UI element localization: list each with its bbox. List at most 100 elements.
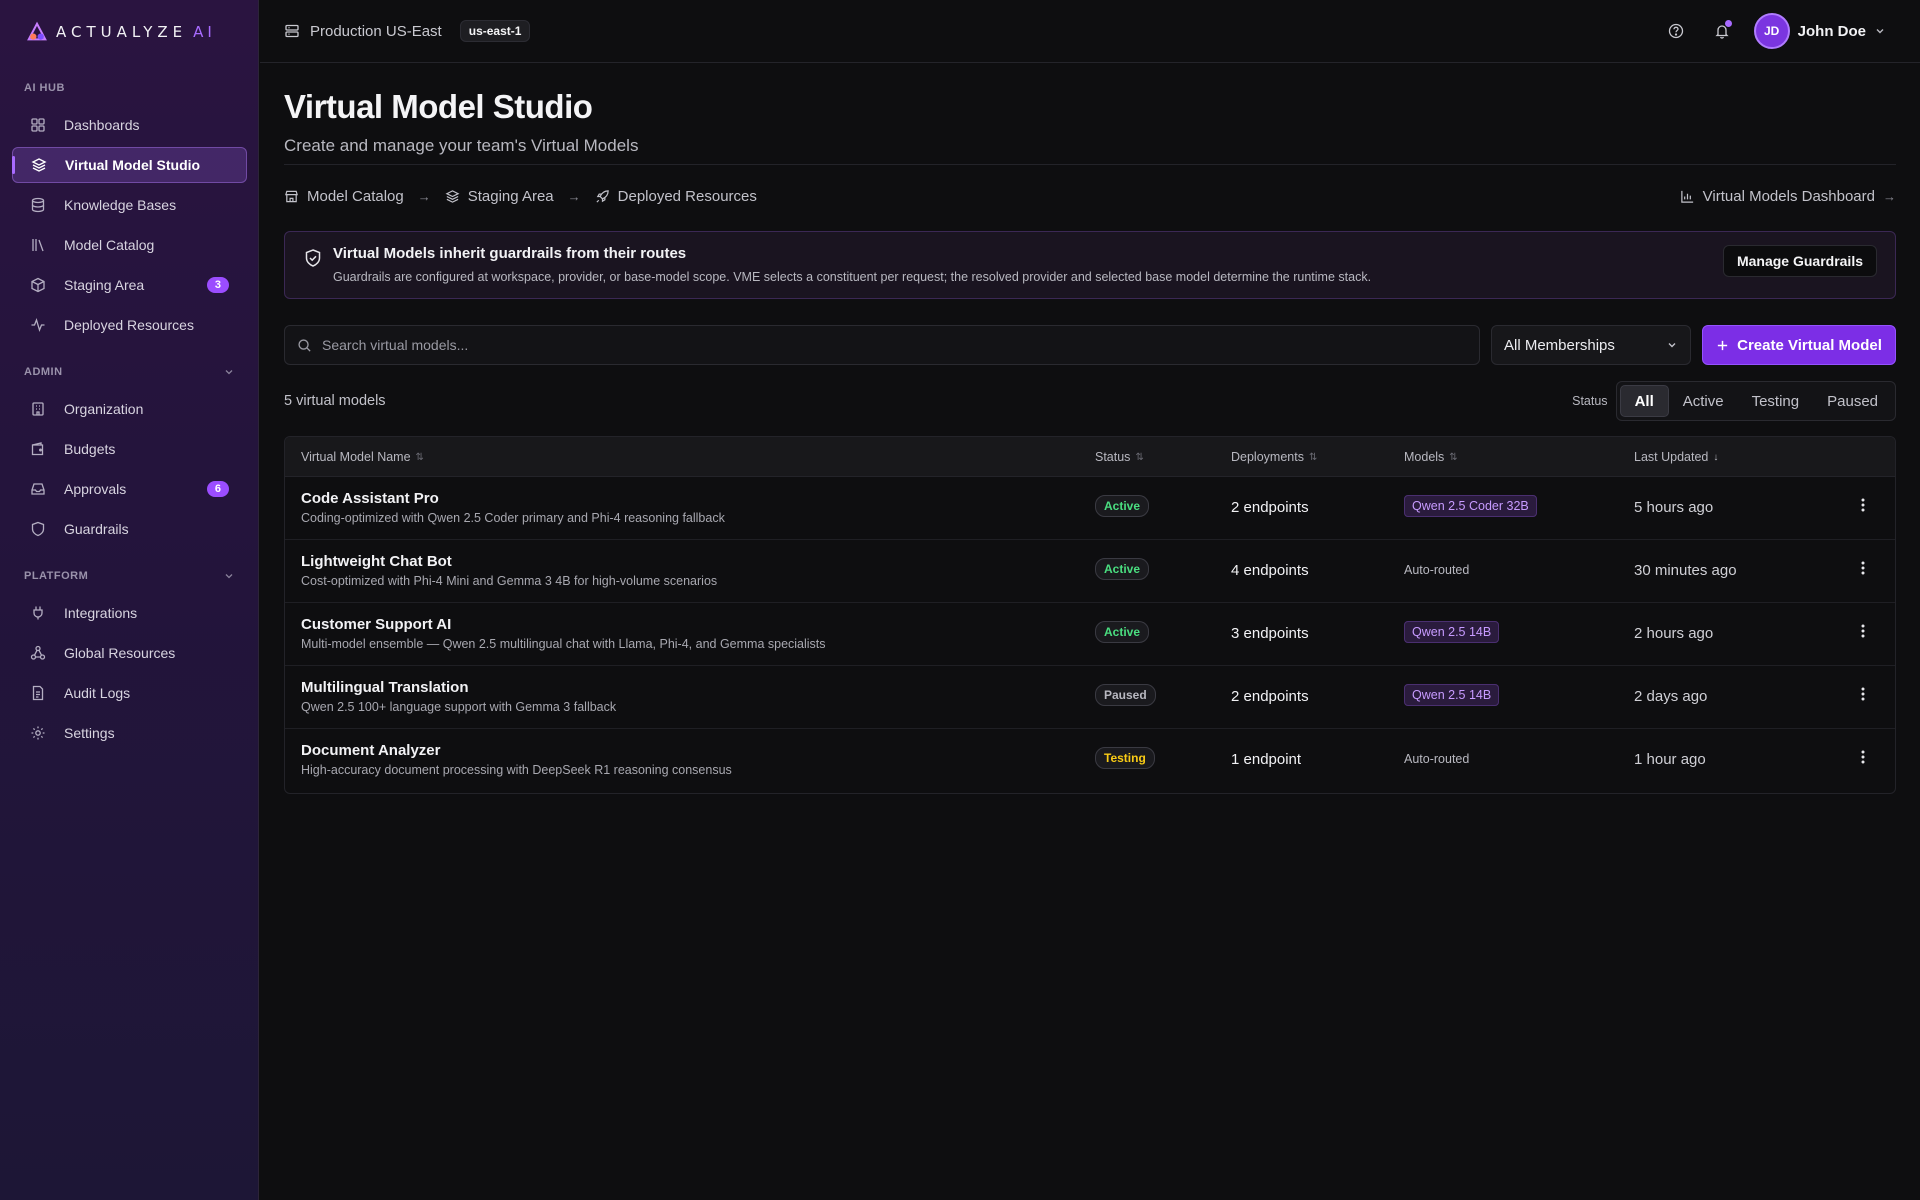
- column-header-status[interactable]: Status ⇅: [1095, 450, 1144, 464]
- last-updated: 5 hours ago: [1634, 499, 1714, 516]
- staging-count-badge: 3: [206, 277, 229, 293]
- vm-name[interactable]: Customer Support AI: [301, 616, 826, 633]
- table-row[interactable]: Multilingual Translation Qwen 2.5 100+ la…: [285, 666, 1895, 729]
- table-header: Virtual Model Name ⇅ Status ⇅ Deployments ⇅…: [285, 437, 1895, 477]
- user-menu[interactable]: JD John Doe: [1753, 13, 1886, 49]
- virtual-models-dashboard-link[interactable]: Virtual Models Dashboard →: [1680, 188, 1896, 205]
- sidebar-item-label: Staging Area: [64, 277, 145, 293]
- sidebar-item-model-catalog[interactable]: Model Catalog: [12, 227, 247, 263]
- last-updated: 2 hours ago: [1634, 625, 1714, 642]
- vm-description: High-accuracy document processing with D…: [301, 763, 732, 777]
- row-actions-button[interactable]: [1853, 623, 1873, 639]
- sidebar-item-settings[interactable]: Settings: [12, 715, 247, 751]
- column-header-models[interactable]: Models ⇅: [1404, 450, 1458, 464]
- row-actions-button[interactable]: [1853, 560, 1873, 576]
- sidebar-item-guardrails[interactable]: Guardrails: [12, 511, 247, 547]
- search-box[interactable]: [284, 325, 1480, 365]
- notifications-button[interactable]: [1708, 17, 1736, 45]
- status-filter-active[interactable]: Active: [1669, 385, 1738, 417]
- deployments-count: 2 endpoints: [1231, 688, 1309, 705]
- environment-selector[interactable]: Production US-East us-east-1: [284, 20, 531, 42]
- sidebar-item-virtual-model-studio[interactable]: Virtual Model Studio: [12, 147, 247, 183]
- membership-filter-select[interactable]: All Memberships: [1491, 325, 1691, 365]
- row-actions-button[interactable]: [1853, 497, 1873, 513]
- inbox-icon: [31, 483, 45, 495]
- column-header-name[interactable]: Virtual Model Name ⇅: [301, 450, 424, 464]
- table-row[interactable]: Customer Support AI Multi-model ensemble …: [285, 603, 1895, 666]
- layers-icon: [445, 190, 460, 203]
- divider: [284, 164, 1896, 165]
- table-row[interactable]: Lightweight Chat Bot Cost-optimized with …: [285, 540, 1895, 603]
- package-icon: [31, 277, 45, 293]
- sidebar-item-label: Knowledge Bases: [64, 197, 177, 213]
- vm-name[interactable]: Code Assistant Pro: [301, 490, 725, 507]
- sidebar-item-deployed-resources[interactable]: Deployed Resources: [12, 307, 247, 343]
- sort-icon: ⇅: [1308, 451, 1318, 463]
- rocket-icon: [596, 190, 609, 203]
- page-subtitle: Create and manage your team's Virtual Mo…: [284, 136, 639, 155]
- shield-check-icon: [305, 249, 321, 267]
- section-admin[interactable]: ADMIN: [24, 366, 234, 378]
- section-platform[interactable]: PLATFORM: [24, 570, 234, 582]
- status-filter-all[interactable]: All: [1619, 385, 1669, 417]
- column-header-last-updated[interactable]: Last Updated ↓: [1634, 450, 1718, 464]
- sidebar-item-organization[interactable]: Organization: [12, 391, 247, 427]
- file-text-icon: [32, 685, 44, 701]
- breadcrumb-deployed-resources[interactable]: Deployed Resources: [595, 188, 757, 205]
- sidebar-item-global-resources[interactable]: Global Resources: [12, 635, 247, 671]
- sidebar-item-approvals[interactable]: Approvals 6: [12, 471, 247, 507]
- sort-icon: ⇅: [415, 451, 424, 463]
- model-chip: Qwen 2.5 Coder 32B: [1404, 495, 1537, 517]
- table-row[interactable]: Code Assistant Pro Coding-optimized with …: [285, 477, 1895, 540]
- vm-name[interactable]: Lightweight Chat Bot: [301, 553, 717, 570]
- topbar: Production US-East us-east-1 JD John Doe: [260, 0, 1920, 63]
- banner-text: Guardrails are configured at workspace, …: [333, 270, 1372, 284]
- server-icon: [285, 24, 299, 38]
- last-updated: 2 days ago: [1634, 688, 1708, 705]
- breadcrumb-model-catalog[interactable]: Model Catalog: [284, 188, 404, 205]
- sidebar-item-staging-area[interactable]: Staging Area 3: [12, 267, 247, 303]
- chevron-down-icon: [225, 574, 233, 579]
- sidebar-item-label: Approvals: [64, 481, 127, 497]
- vm-name[interactable]: Document Analyzer: [301, 742, 732, 759]
- sidebar-item-dashboards[interactable]: Dashboards: [12, 107, 247, 143]
- brand-logo[interactable]: ACTUALYZE AI: [26, 20, 216, 44]
- breadcrumb-staging-area[interactable]: Staging Area: [445, 188, 554, 205]
- status-segmented-control: All Active Testing Paused: [1615, 381, 1896, 421]
- status-filter-paused[interactable]: Paused: [1813, 385, 1892, 417]
- auto-routed-label: Auto-routed: [1404, 563, 1470, 577]
- create-virtual-model-button[interactable]: Create Virtual Model: [1702, 325, 1896, 365]
- status-badge: Active: [1095, 495, 1150, 517]
- search-input[interactable]: [322, 337, 1422, 353]
- vm-name[interactable]: Multilingual Translation: [301, 679, 616, 696]
- topbar-actions: JD John Doe: [1662, 13, 1886, 49]
- vm-description: Multi-model ensemble — Qwen 2.5 multilin…: [301, 637, 826, 651]
- status-filter: Status All Active Testing Paused: [1572, 381, 1896, 421]
- page-title: Virtual Model Studio: [284, 88, 593, 125]
- status-filter-testing[interactable]: Testing: [1738, 385, 1814, 417]
- row-actions-button[interactable]: [1853, 749, 1873, 765]
- environment-name: Production US-East: [310, 22, 442, 40]
- virtual-model-count: 5 virtual models: [284, 393, 386, 409]
- column-header-deployments[interactable]: Deployments ⇅: [1231, 450, 1317, 464]
- section-ai-hub: AI HUB: [24, 82, 65, 94]
- sidebar: ACTUALYZE AI AI HUB Dashboards Virtual Mo…: [0, 0, 259, 1200]
- activity-icon: [31, 318, 45, 332]
- table-row[interactable]: Document Analyzer High-accuracy document …: [285, 729, 1895, 792]
- sidebar-item-knowledge-bases[interactable]: Knowledge Bases: [12, 187, 247, 223]
- brand-name: ACTUALYZE AI: [56, 23, 216, 41]
- chevron-down-icon: [225, 370, 233, 375]
- sidebar-item-budgets[interactable]: Budgets: [12, 431, 247, 467]
- database-icon: [31, 197, 45, 213]
- approvals-count-badge: 6: [206, 481, 229, 497]
- manage-guardrails-button[interactable]: Manage Guardrails: [1722, 245, 1877, 277]
- layers-icon: [31, 158, 47, 172]
- network-icon: [30, 645, 46, 660]
- sidebar-item-audit-logs[interactable]: Audit Logs: [12, 675, 247, 711]
- help-button[interactable]: [1662, 17, 1690, 45]
- building-icon: [32, 402, 44, 416]
- sidebar-item-integrations[interactable]: Integrations: [12, 595, 247, 631]
- arrow-right-icon: →: [417, 189, 431, 204]
- row-actions-button[interactable]: [1853, 686, 1873, 702]
- deployments-count: 2 endpoints: [1231, 499, 1309, 516]
